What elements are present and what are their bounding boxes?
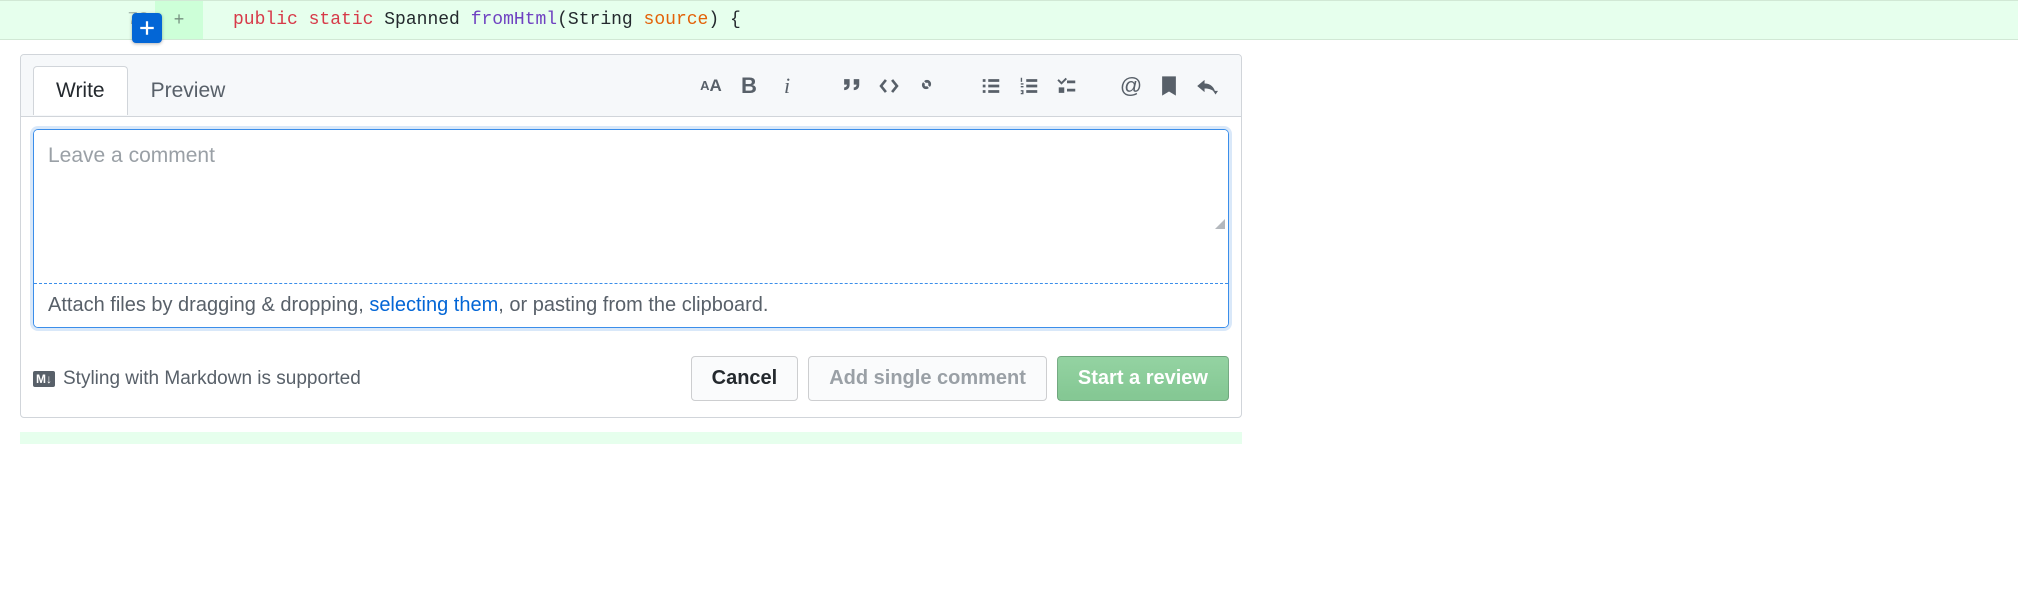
unordered-list-button[interactable]: [979, 74, 1003, 98]
diff-sign: +: [155, 1, 203, 39]
cancel-button[interactable]: Cancel: [691, 356, 799, 401]
diff-addition-line: 72 + public static Spanned fromHtml(Stri…: [0, 0, 2018, 40]
form-footer: M↓ Styling with Markdown is supported Ca…: [21, 340, 1241, 417]
textarea-container: Attach files by dragging & dropping, sel…: [33, 129, 1229, 328]
tab-nav: Write Preview AA B i: [21, 55, 1241, 117]
select-files-link[interactable]: selecting them: [369, 294, 498, 316]
comment-body: Attach files by dragging & dropping, sel…: [21, 117, 1241, 340]
link-button[interactable]: [915, 74, 939, 98]
comment-textarea[interactable]: [34, 130, 1228, 280]
line-number-gutter: 72: [0, 10, 155, 30]
list-ol-icon: [1018, 75, 1040, 97]
start-review-button[interactable]: Start a review: [1057, 356, 1229, 401]
quote-icon: [840, 75, 862, 97]
list-ul-icon: [980, 75, 1002, 97]
add-comment-button[interactable]: [132, 13, 162, 43]
form-actions: Cancel Add single comment Start a review: [691, 356, 1229, 401]
markdown-toolbar: AA B i: [699, 74, 1229, 106]
markdown-badge-icon: M↓: [33, 371, 55, 387]
italic-button[interactable]: i: [775, 74, 799, 98]
markdown-hint[interactable]: M↓ Styling with Markdown is supported: [33, 368, 361, 390]
reply-icon: [1196, 75, 1218, 97]
code-button[interactable]: [877, 74, 901, 98]
code-content: public static Spanned fromHtml(String so…: [203, 10, 741, 30]
attach-hint[interactable]: Attach files by dragging & dropping, sel…: [34, 283, 1228, 327]
reply-menu-button[interactable]: [1195, 74, 1219, 98]
comment-form: Write Preview AA B i: [20, 54, 1242, 418]
tab-write[interactable]: Write: [33, 66, 128, 115]
tab-preview[interactable]: Preview: [128, 66, 249, 115]
heading-button[interactable]: AA: [699, 74, 723, 98]
bold-button[interactable]: B: [737, 74, 761, 98]
link-icon: [916, 75, 938, 97]
add-single-comment-button[interactable]: Add single comment: [808, 356, 1047, 401]
mention-button[interactable]: @: [1119, 74, 1143, 98]
quote-button[interactable]: [839, 74, 863, 98]
saved-replies-button[interactable]: [1157, 74, 1181, 98]
plus-icon: [138, 19, 156, 37]
task-list-button[interactable]: [1055, 74, 1079, 98]
diff-strip: [20, 432, 1242, 444]
tasklist-icon: [1056, 75, 1078, 97]
code-icon: [878, 75, 900, 97]
bookmark-icon: [1158, 75, 1180, 97]
ordered-list-button[interactable]: [1017, 74, 1041, 98]
